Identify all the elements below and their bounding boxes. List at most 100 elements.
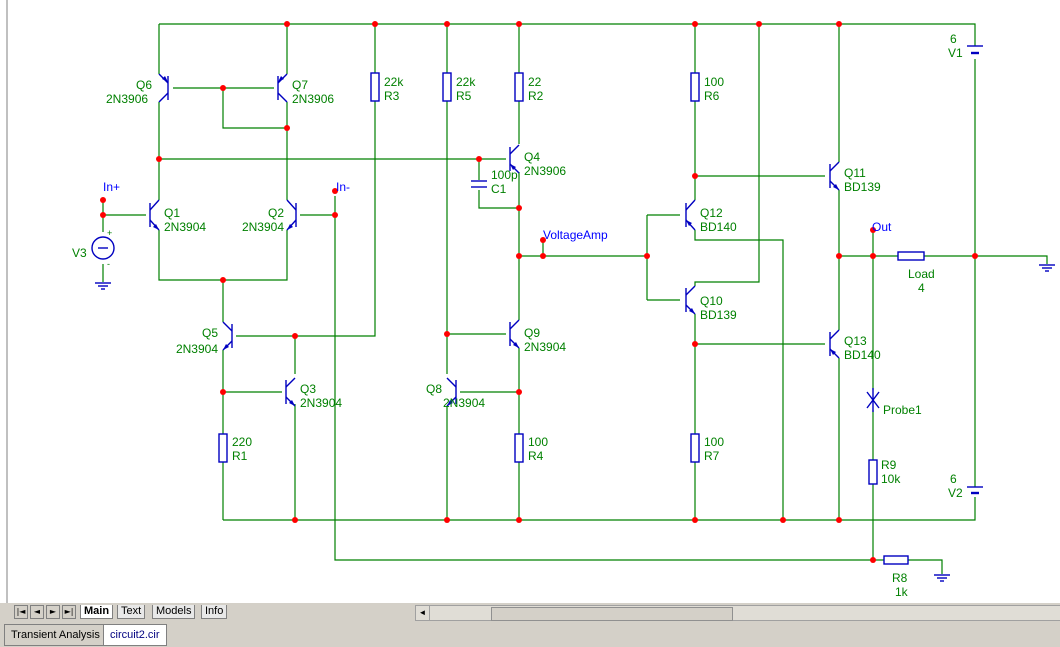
net-in-plus: In+ <box>103 180 120 194</box>
ground-r8 <box>934 574 950 582</box>
q7-symbol <box>277 73 288 103</box>
tab-models[interactable]: Models <box>152 605 196 619</box>
next-icon: ► <box>49 607 57 616</box>
next-sheet-button[interactable]: ► <box>46 605 60 619</box>
probe1-name: Probe1 <box>883 403 922 417</box>
load-value: 4 <box>918 281 925 295</box>
q12-name: Q12 <box>700 206 723 220</box>
q12-type: BD140 <box>700 220 737 234</box>
q5-symbol <box>222 321 233 351</box>
r7-name: R7 <box>704 449 720 463</box>
q10-type: BD139 <box>700 308 737 322</box>
q11-symbol <box>829 161 840 191</box>
q9-symbol <box>509 319 520 349</box>
ground-out <box>1039 264 1055 272</box>
r4-symbol <box>514 433 524 463</box>
v2-value: 6 <box>950 472 957 486</box>
last-sheet-button[interactable]: ►| <box>62 605 76 619</box>
q11-type: BD139 <box>844 180 881 194</box>
tab-text[interactable]: Text <box>117 605 146 619</box>
r8-value: 1k <box>895 585 909 599</box>
symbols <box>91 45 1055 582</box>
q4-name: Q4 <box>524 150 540 164</box>
v1-name: V1 <box>948 46 963 60</box>
r9-value: 10k <box>881 472 901 486</box>
c1-symbol <box>471 180 487 188</box>
r3-value: 22k <box>384 75 404 89</box>
q3-symbol <box>285 377 296 407</box>
q2-name: Q2 <box>268 206 284 220</box>
q4-type: 2N3906 <box>524 164 566 178</box>
tab-info[interactable]: Info <box>201 605 228 619</box>
r6-name: R6 <box>704 89 720 103</box>
r7-value: 100 <box>704 435 724 449</box>
prev-sheet-button[interactable]: ◄ <box>30 605 44 619</box>
r1-name: R1 <box>232 449 248 463</box>
net-out: Out <box>872 220 892 234</box>
v3-plus: + <box>107 228 112 238</box>
q10-symbol <box>685 285 696 315</box>
c1-name: C1 <box>491 182 507 196</box>
r2-symbol <box>514 72 524 102</box>
v2-name: V2 <box>948 486 963 500</box>
q8-type: 2N3904 <box>443 396 485 410</box>
q6-type: 2N3906 <box>106 92 148 106</box>
scroll-left-icon[interactable]: ◄ <box>416 606 430 620</box>
net-voltage-amp: VoltageAmp <box>543 228 608 242</box>
v3-minus: - <box>107 259 110 269</box>
q11-name: Q11 <box>844 166 866 180</box>
load-symbol <box>897 251 925 261</box>
r3-name: R3 <box>384 89 400 103</box>
v3-name: V3 <box>72 246 87 260</box>
schematic-canvas[interactable]: Q6 2N3906 Q7 2N3906 Q1 2N3904 Q2 2N3904 … <box>0 0 1060 603</box>
q7-type: 2N3906 <box>292 92 334 106</box>
q1-name: Q1 <box>164 206 180 220</box>
r8-name: R8 <box>892 571 908 585</box>
q9-name: Q9 <box>524 326 540 340</box>
r1-value: 220 <box>232 435 252 449</box>
tab-transient-analysis[interactable]: Transient Analysis <box>4 624 107 646</box>
v3-symbol <box>91 236 115 260</box>
q6-symbol <box>158 73 169 103</box>
r4-name: R4 <box>528 449 544 463</box>
r1-symbol <box>218 433 228 463</box>
r9-name: R9 <box>881 458 897 472</box>
q3-name: Q3 <box>300 382 316 396</box>
bottom-bar: |◄ ◄ ► ►| Main Text Models Info ◄ Transi… <box>0 603 1060 647</box>
q2-symbol <box>286 199 297 231</box>
last-icon: ►| <box>64 607 74 616</box>
tab-circuit-file[interactable]: circuit2.cir <box>103 624 167 646</box>
wires <box>6 0 1048 603</box>
r5-value: 22k <box>456 75 476 89</box>
q13-symbol <box>829 329 840 359</box>
r5-symbol <box>442 72 452 102</box>
horizontal-scrollbar[interactable]: ◄ <box>415 605 1060 621</box>
v1-value: 6 <box>950 32 957 46</box>
q5-name: Q5 <box>202 326 218 340</box>
r5-name: R5 <box>456 89 472 103</box>
q1-symbol <box>149 199 160 231</box>
tab-main[interactable]: Main <box>80 605 114 619</box>
first-icon: |◄ <box>16 607 26 616</box>
first-sheet-button[interactable]: |◄ <box>14 605 28 619</box>
r6-value: 100 <box>704 75 724 89</box>
r4-value: 100 <box>528 435 548 449</box>
q1-type: 2N3904 <box>164 220 206 234</box>
ground-v3 <box>95 282 111 290</box>
c1-value: 100p <box>491 168 518 182</box>
q10-name: Q10 <box>700 294 723 308</box>
q6-name: Q6 <box>136 78 152 92</box>
r2-value: 22 <box>528 75 542 89</box>
prev-icon: ◄ <box>33 607 41 616</box>
q13-name: Q13 <box>844 334 867 348</box>
net-in-minus: In- <box>336 180 350 194</box>
q3-type: 2N3904 <box>300 396 342 410</box>
schematic-diagram: Q6 2N3906 Q7 2N3906 Q1 2N3904 Q2 2N3904 … <box>6 0 1055 603</box>
scrollbar-thumb[interactable] <box>491 607 733 621</box>
load-name: Load <box>908 267 935 281</box>
q13-type: BD140 <box>844 348 881 362</box>
q9-type: 2N3904 <box>524 340 566 354</box>
r8-symbol <box>883 555 909 565</box>
r3-symbol <box>370 72 380 102</box>
v1-symbol <box>967 45 983 55</box>
